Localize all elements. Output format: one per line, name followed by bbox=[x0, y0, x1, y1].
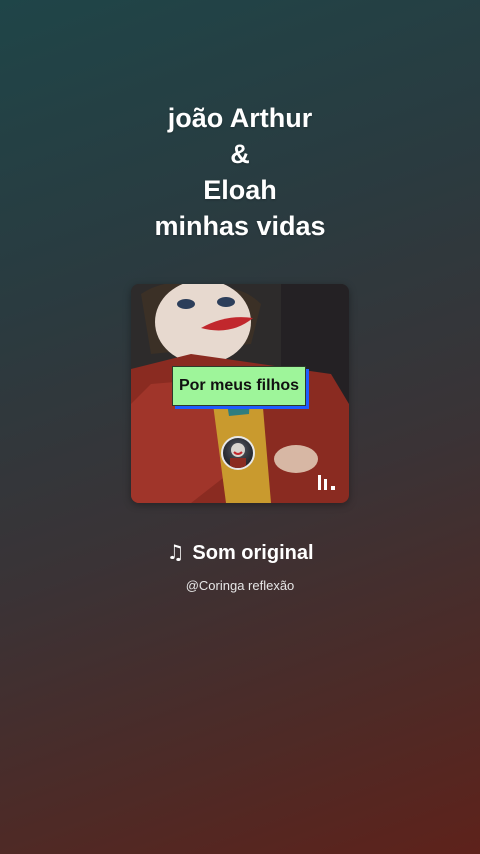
title-line-4: minhas vidas bbox=[154, 211, 326, 241]
title-line-2: & bbox=[230, 139, 250, 169]
cover-caption: Por meus filhos bbox=[172, 366, 306, 406]
joker-avatar-icon bbox=[221, 436, 255, 470]
sound-author-link[interactable]: @Coringa reflexão bbox=[0, 578, 480, 593]
sound-cover-art[interactable]: Por meus filhos bbox=[131, 284, 349, 503]
post-title: joão Arthur & Eloah minhas vidas bbox=[0, 100, 480, 244]
sound-title-row[interactable]: ♫ Som original bbox=[0, 538, 480, 567]
sound-bars-icon[interactable] bbox=[317, 473, 337, 491]
title-line-3: Eloah bbox=[203, 175, 277, 205]
music-note-icon: ♫ bbox=[166, 540, 185, 564]
title-line-1: joão Arthur bbox=[167, 103, 313, 133]
sound-title: Som original bbox=[192, 542, 314, 564]
